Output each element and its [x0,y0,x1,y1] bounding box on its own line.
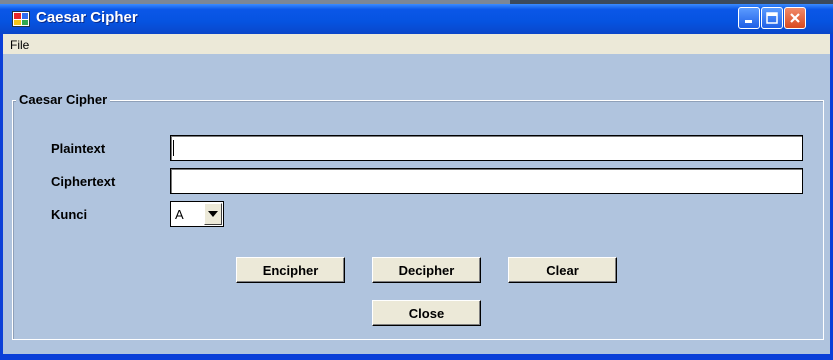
app-icon[interactable] [12,11,30,27]
minimize-button[interactable] [738,7,760,29]
close-button[interactable] [784,7,806,29]
application-window: Caesar Cipher File Caesar Cipher Plainte… [0,4,833,360]
menu-file[interactable]: File [10,38,29,52]
title-bar[interactable]: Caesar Cipher [0,4,833,34]
clear-button[interactable]: Clear [508,257,617,283]
kunci-selected-value: A [175,207,184,222]
dropdown-button[interactable] [204,203,222,225]
minimize-icon [745,20,752,23]
kunci-dropdown[interactable]: A [170,201,224,227]
close-icon [790,13,800,23]
client-area: Caesar Cipher Plaintext Ciphertext Kunci… [3,54,830,354]
ciphertext-label: Ciphertext [51,174,116,189]
close-form-button[interactable]: Close [372,300,481,326]
dropdown-arrow-icon [208,211,218,217]
text-caret [173,140,174,156]
plaintext-label: Plaintext [51,141,106,156]
groupbox-title: Caesar Cipher [16,92,111,107]
maximize-button[interactable] [761,7,783,29]
kunci-label: Kunci [51,207,88,222]
plaintext-input[interactable] [170,135,803,161]
ciphertext-input[interactable] [170,168,803,194]
maximize-icon [766,12,778,24]
window-title: Caesar Cipher [36,9,138,26]
encipher-button[interactable]: Encipher [236,257,345,283]
decipher-button[interactable]: Decipher [372,257,481,283]
